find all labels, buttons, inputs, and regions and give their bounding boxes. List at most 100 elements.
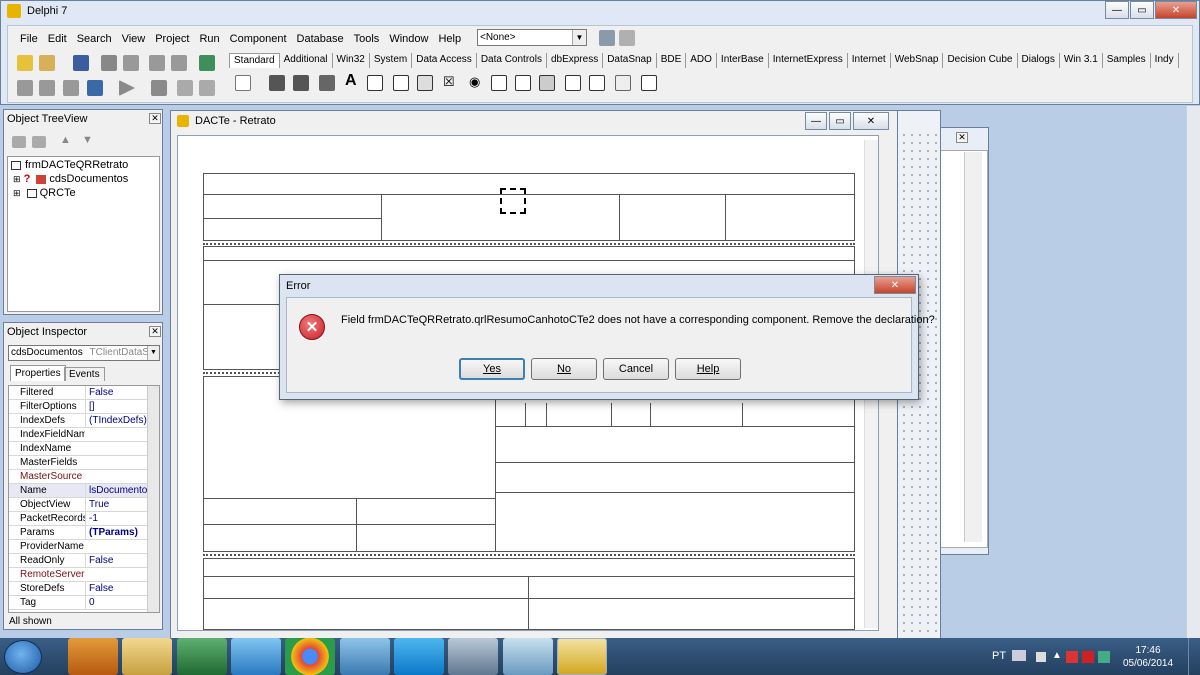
step-over-icon[interactable]	[199, 80, 215, 96]
palette-tab-system[interactable]: System	[370, 53, 413, 68]
property-row[interactable]: FilterOptions[]	[9, 400, 159, 414]
property-row[interactable]: Name lsDocumentos	[9, 484, 159, 498]
project-manager-icon[interactable]	[199, 55, 215, 71]
property-row[interactable]: StoreDefs False	[9, 582, 159, 596]
remove-file-icon[interactable]	[63, 80, 79, 96]
expand-icon[interactable]: ⊞	[13, 188, 21, 198]
listbox-icon[interactable]	[491, 75, 507, 91]
property-row[interactable]: IndexDefs (TIndexDefs)	[9, 414, 159, 428]
tray-network-icon[interactable]	[1012, 650, 1026, 661]
menu-item-tools[interactable]: Tools	[349, 33, 385, 45]
property-row[interactable]: Params (TParams)	[9, 526, 159, 540]
taskbar-skype-icon[interactable]	[394, 638, 444, 675]
tree-item-qrcte[interactable]: ⊞ QRCTe	[13, 187, 76, 200]
minimize-button[interactable]: —	[1105, 1, 1129, 19]
report-band-4[interactable]	[203, 558, 855, 630]
report-band-header[interactable]	[203, 173, 855, 241]
cancel-button[interactable]: Cancel	[603, 358, 669, 380]
property-row[interactable]: IndexName	[9, 442, 159, 456]
trace-into-icon[interactable]	[177, 80, 193, 96]
taskbar-notepad-icon[interactable]	[503, 638, 553, 675]
desktop-scrollbar[interactable]	[1186, 106, 1200, 638]
save-icon[interactable]	[73, 55, 89, 71]
form-close-button[interactable]: ✕	[853, 112, 889, 130]
tab-events[interactable]: Events	[64, 367, 105, 381]
palette-tab-data-access[interactable]: Data Access	[412, 53, 477, 68]
expand-icon[interactable]: ⊞	[13, 174, 21, 184]
palette-tab-additional[interactable]: Additional	[280, 53, 333, 68]
palette-tab-internetexpress[interactable]: InternetExpress	[769, 53, 848, 68]
memo-icon[interactable]	[393, 75, 409, 91]
taskbar-explorer-icon[interactable]	[122, 638, 172, 675]
groupbox-icon[interactable]	[565, 75, 581, 91]
palette-tab-samples[interactable]: Samples	[1103, 53, 1151, 68]
show-desktop-button[interactable]	[1188, 638, 1200, 675]
dialog-close-button[interactable]: ✕	[874, 276, 916, 294]
selected-component-icon[interactable]	[500, 188, 526, 214]
actionlist-icon[interactable]	[641, 75, 657, 91]
form-maximize-button[interactable]: ▭	[829, 112, 851, 130]
palette-tab-data-controls[interactable]: Data Controls	[477, 53, 547, 68]
close-button[interactable]: ✕	[1155, 1, 1197, 19]
palette-tab-bde[interactable]: BDE	[657, 53, 687, 68]
open-project-icon[interactable]	[123, 55, 139, 71]
combobox-icon[interactable]	[515, 75, 531, 91]
start-button[interactable]	[4, 640, 42, 674]
panel-icon[interactable]	[615, 75, 631, 91]
property-row[interactable]: Filtered False	[9, 386, 159, 400]
property-row[interactable]: ObjectView True	[9, 498, 159, 512]
radiogroup-icon[interactable]	[589, 75, 605, 91]
property-row[interactable]: Tag 0	[9, 596, 159, 610]
view-unit-icon[interactable]	[149, 55, 165, 71]
background-scrollbar[interactable]	[964, 152, 982, 542]
treeview-close-icon[interactable]: ✕	[149, 113, 161, 124]
property-row[interactable]: MasterFields	[9, 456, 159, 470]
new-icon[interactable]	[17, 55, 33, 71]
property-row[interactable]: IndexFieldNames	[9, 428, 159, 442]
menu-item-run[interactable]: Run	[194, 33, 224, 45]
component-combo[interactable]: <None> ▼	[477, 29, 587, 46]
tab-properties[interactable]: Properties	[10, 365, 66, 381]
tray-app3-icon[interactable]	[1098, 651, 1110, 663]
tree-item-root[interactable]: frmDACTeQRRetrato	[11, 159, 128, 172]
help-button[interactable]: Help	[675, 358, 741, 380]
tray-app2-icon[interactable]	[1082, 651, 1094, 663]
move-down-icon[interactable]: ▼	[82, 134, 93, 146]
tree-delete-icon[interactable]	[12, 136, 26, 148]
menu-item-component[interactable]: Component	[225, 33, 292, 45]
view-form-icon[interactable]	[171, 55, 187, 71]
toggle-form-unit-icon[interactable]	[17, 80, 33, 96]
save-all-icon[interactable]	[101, 55, 117, 71]
new-form-icon[interactable]	[87, 80, 103, 96]
move-up-icon[interactable]: ▲	[60, 134, 71, 146]
palette-tab-standard[interactable]: Standard	[229, 53, 280, 68]
palette-tab-ado[interactable]: ADO	[686, 53, 717, 68]
taskbar-excel-icon[interactable]	[177, 638, 227, 675]
property-row[interactable]: ProviderName	[9, 540, 159, 554]
menu-item-view[interactable]: View	[117, 33, 151, 45]
tree-cut-icon[interactable]	[32, 136, 46, 148]
menu-item-search[interactable]: Search	[72, 33, 117, 45]
taskbar-media-icon[interactable]	[68, 638, 118, 675]
taskbar-tools-icon[interactable]	[448, 638, 498, 675]
component-wizard-icon[interactable]	[599, 30, 615, 46]
button-icon[interactable]	[417, 75, 433, 91]
menu-item-window[interactable]: Window	[384, 33, 433, 45]
menu-item-file[interactable]: File	[15, 33, 43, 45]
taskbar-ie-icon[interactable]	[231, 638, 281, 675]
report-band-3[interactable]	[203, 376, 855, 552]
popup-menu-icon[interactable]	[319, 75, 335, 91]
dialog-title-bar[interactable]: Error	[280, 275, 918, 297]
property-row[interactable]: ReadOnly False	[9, 554, 159, 568]
form-minimize-button[interactable]: —	[805, 112, 827, 130]
palette-tab-indy[interactable]: Indy	[1151, 53, 1179, 68]
treeview-list[interactable]: frmDACTeQRRetrato ⊞ ? cdsDocumentos ⊞ QR…	[7, 156, 160, 312]
component-help-icon[interactable]	[619, 30, 635, 46]
palette-tab-dbexpress[interactable]: dbExpress	[547, 53, 604, 68]
property-row[interactable]: RemoteServer	[9, 568, 159, 582]
scrollbar-icon[interactable]	[539, 75, 555, 91]
chevron-down-icon[interactable]: ▼	[572, 30, 586, 45]
background-close-icon[interactable]: ✕	[956, 132, 968, 143]
palette-tab-win-3-1[interactable]: Win 3.1	[1060, 53, 1103, 68]
palette-tab-dialogs[interactable]: Dialogs	[1018, 53, 1060, 68]
